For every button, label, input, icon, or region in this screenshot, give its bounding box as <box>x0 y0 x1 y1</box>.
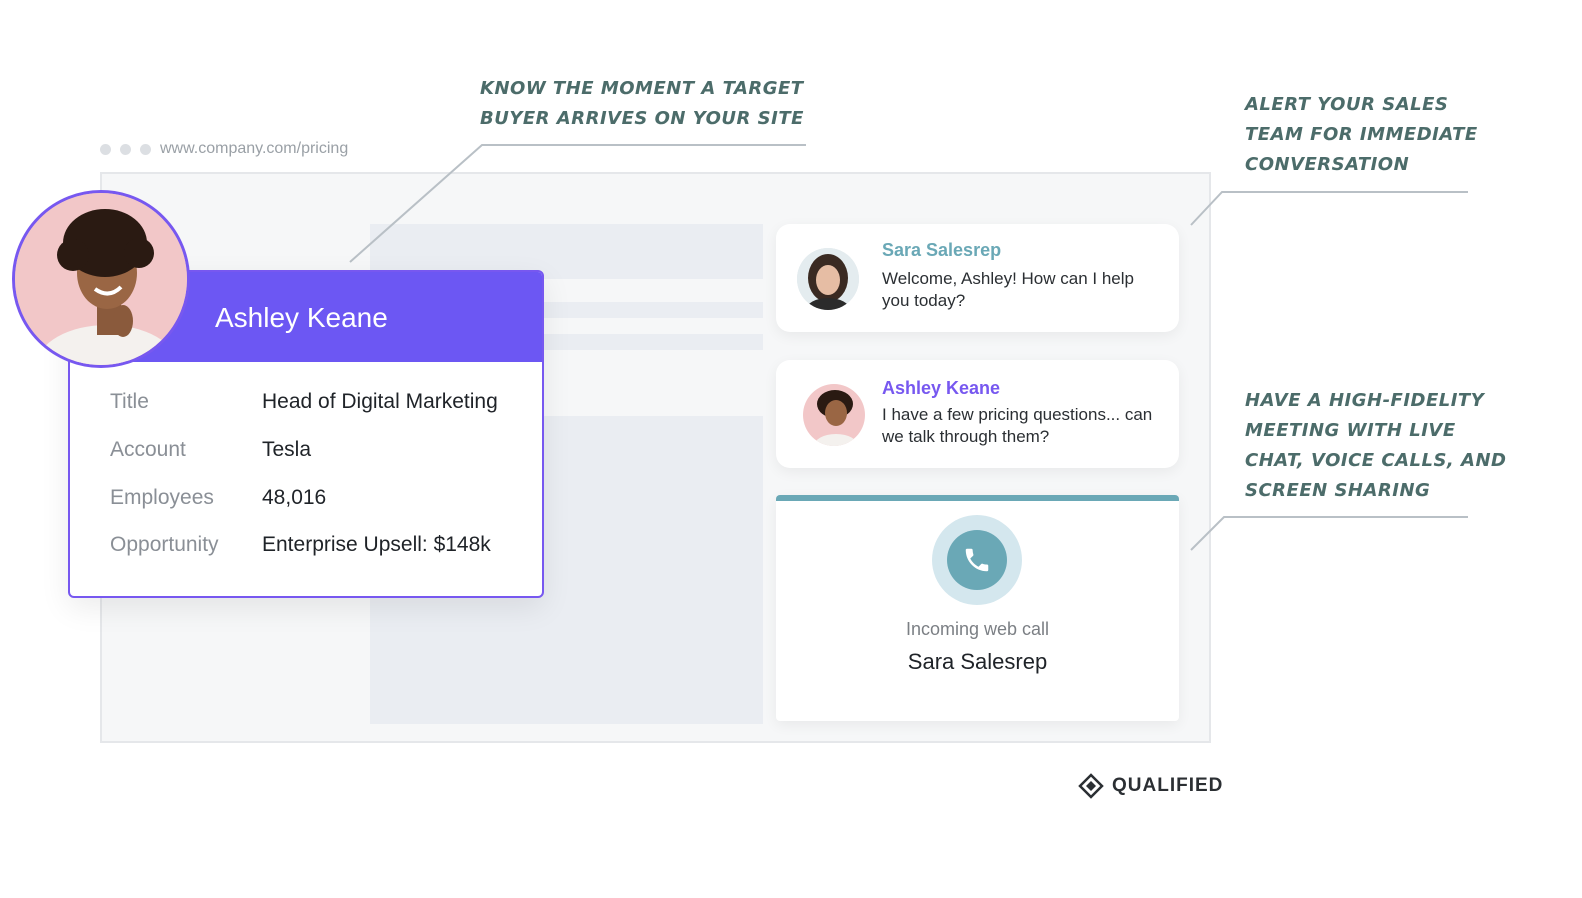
chat-message-visitor: Ashley Keane I have a few pricing questi… <box>776 360 1179 468</box>
profile-name: Ashley Keane <box>215 302 388 333</box>
call-status-label: Incoming web call <box>905 619 1050 639</box>
chat-message-agent: Sara Salesrep Welcome, Ashley! How can I… <box>776 224 1179 332</box>
chat-message-text: Welcome, Ashley! How can I help you toda… <box>882 269 1134 310</box>
qualified-logo-icon <box>1078 773 1104 799</box>
annotation-line: Know the moment a target <box>480 78 804 99</box>
visitor-chat-avatar <box>803 384 865 446</box>
profile-opportunity-value: Enterprise Upsell: $148k <box>262 533 491 556</box>
profile-title-value: Head of Digital Marketing <box>262 390 498 413</box>
profile-account-value: Tesla <box>262 438 312 461</box>
profile-account-label: Account <box>110 438 186 461</box>
visitor-avatar <box>12 190 190 368</box>
chat-message-text: I have a few pricing questions... can we… <box>882 405 1153 446</box>
annotation-line: chat, voice calls, and <box>1245 450 1507 471</box>
annotation-line: meeting with live <box>1245 420 1456 441</box>
annotation-line: conversation <box>1245 154 1410 175</box>
annotation-line: team for immediate <box>1245 124 1478 145</box>
annotation-line: buyer arrives on your site <box>480 108 804 129</box>
annotation-line: screen sharing <box>1245 480 1431 501</box>
agent-avatar <box>797 248 859 310</box>
incoming-call-card: Incoming web call Sara Salesrep <box>776 495 1179 721</box>
phone-icon <box>965 548 989 572</box>
brand-logo: QUALIFIED <box>1078 773 1223 799</box>
profile-employees-value: 48,016 <box>262 486 327 509</box>
annotation-line: Alert your sales <box>1245 94 1449 115</box>
profile-title-label: Title <box>110 390 149 413</box>
annotation-line: Have a high-fidelity <box>1245 390 1485 411</box>
profile-employees-label: Employees <box>110 486 214 509</box>
chat-sender-name: Sara Salesrep <box>882 240 1002 260</box>
caller-name: Sara Salesrep <box>907 649 1048 674</box>
brand-name: QUALIFIED <box>1112 775 1224 796</box>
answer-call-button[interactable] <box>947 530 1007 590</box>
chat-sender-name: Ashley Keane <box>882 378 1001 398</box>
annotation-meeting: Have a high-fidelity meeting with live c… <box>1245 386 1506 506</box>
annotation-arrival: Know the moment a target buyer arrives o… <box>480 74 804 134</box>
annotation-alert: Alert your sales team for immediate conv… <box>1245 90 1478 180</box>
profile-opportunity-label: Opportunity <box>110 533 219 556</box>
